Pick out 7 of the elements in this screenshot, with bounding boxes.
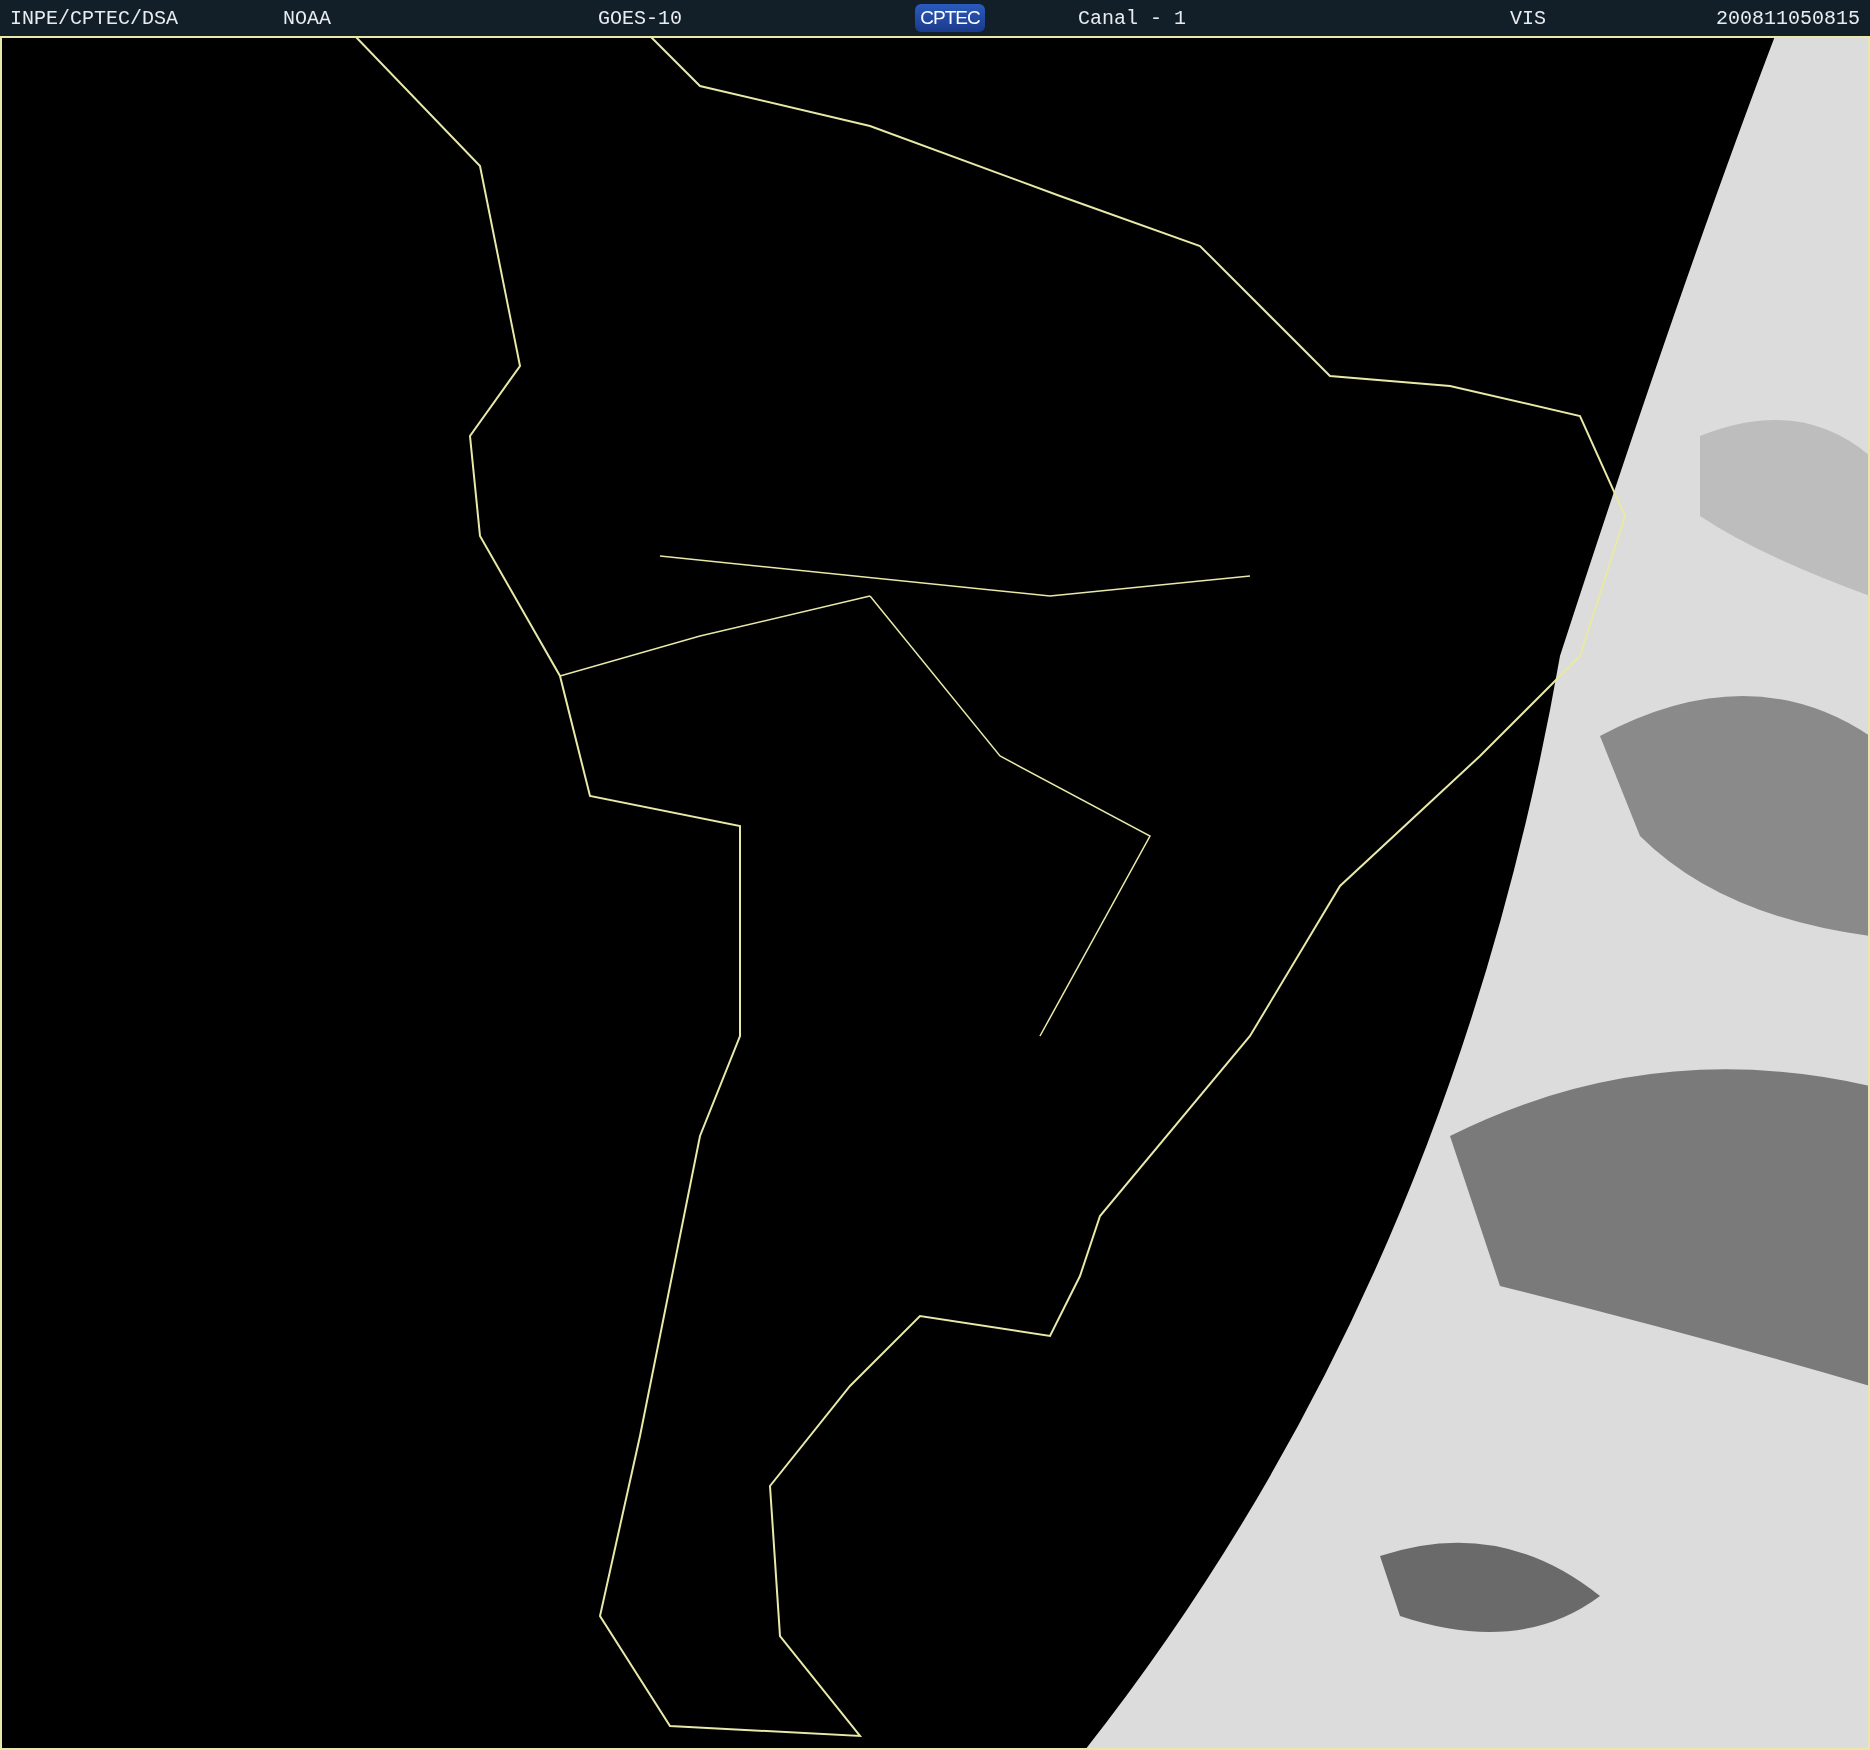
timestamp-label: 200811050815 xyxy=(1715,6,1860,30)
channel-label: Canal - 1 xyxy=(1078,6,1187,30)
source-label: NOAA xyxy=(283,6,331,30)
satellite-label: GOES-10 xyxy=(598,6,682,30)
agency-label: INPE/CPTEC/DSA xyxy=(10,6,179,30)
band-label: VIS xyxy=(1510,6,1546,30)
logo: CPTEC xyxy=(915,4,985,32)
